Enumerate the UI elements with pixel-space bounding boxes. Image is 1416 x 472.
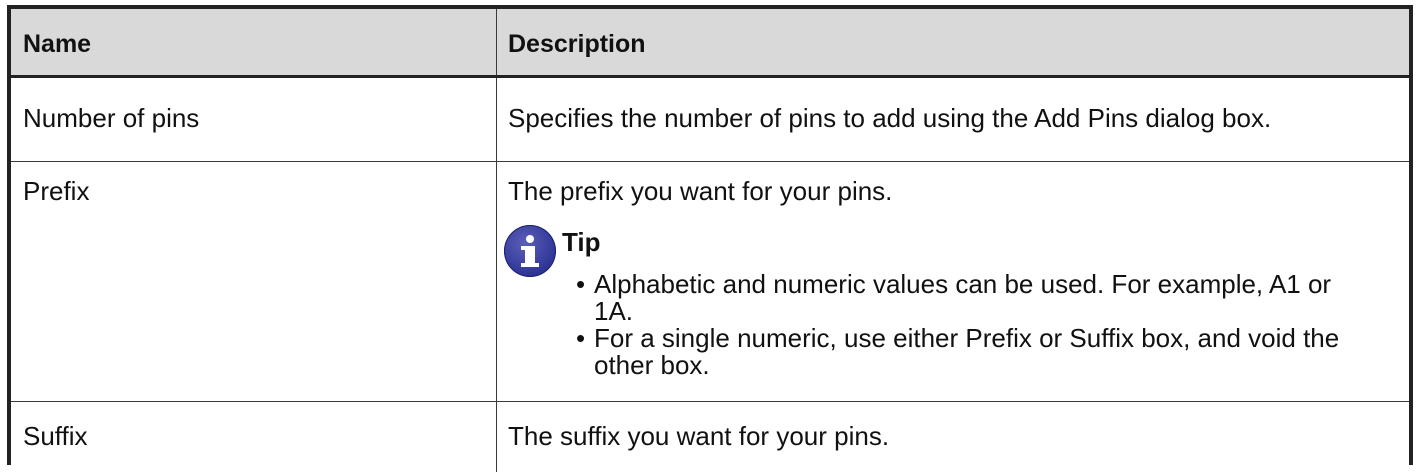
row-description-cell: The suffix you want for your pins. <box>508 421 890 451</box>
table-row: Prefix The prefix you want for your pins… <box>11 162 1409 402</box>
table-header-row: Name Description <box>11 9 1409 78</box>
column-divider <box>496 9 497 75</box>
row-description-cell: Specifies the number of pins to add usin… <box>508 103 1272 133</box>
row-description-cell: The prefix you want for your pins. <box>508 176 893 206</box>
column-header-name: Name <box>23 30 92 58</box>
tip-list-item: Alphabetic and numeric values can be use… <box>576 271 1376 325</box>
table-row: Number of pins Specifies the number of p… <box>11 78 1409 162</box>
info-icon <box>504 225 556 277</box>
row-name-cell: Suffix <box>23 421 88 451</box>
properties-table: Name Description Number of pins Specifie… <box>7 5 1413 472</box>
column-divider <box>496 78 497 161</box>
table-row: Suffix The suffix you want for your pins… <box>11 402 1409 472</box>
row-name-cell: Prefix <box>23 176 90 206</box>
row-name-cell: Number of pins <box>23 103 200 133</box>
tip-list: Alphabetic and numeric values can be use… <box>576 271 1376 379</box>
column-divider <box>496 162 497 401</box>
tip-title: Tip <box>562 227 601 257</box>
column-divider <box>496 402 497 472</box>
tip-list-item: For a single numeric, use either Prefix … <box>576 325 1376 379</box>
column-header-description: Description <box>508 30 646 58</box>
